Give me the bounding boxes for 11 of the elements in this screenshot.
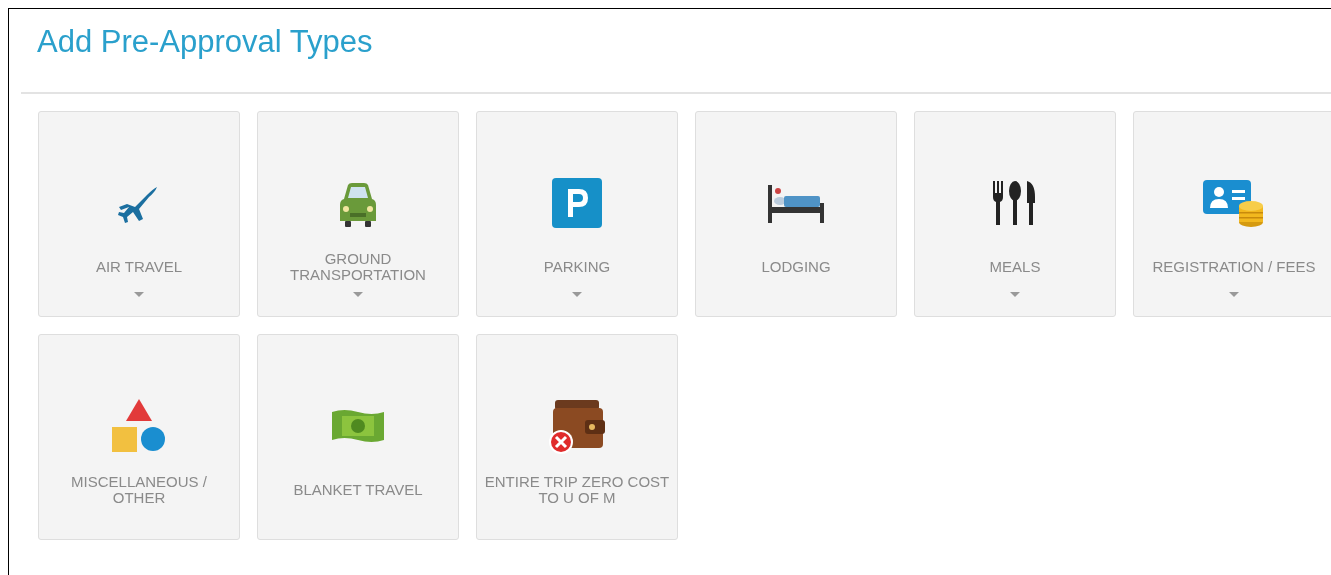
pre-approval-type-tile[interactable]: LODGING [695,110,897,317]
pre-approval-type-tile[interactable]: PARKING [476,110,678,317]
parking-sign-icon [551,176,603,229]
pre-approval-type-tile[interactable]: MISCELLANEOUS / OTHER [38,333,240,540]
pre-approval-type-tile[interactable]: GROUND TRANSPORTATION [257,110,459,317]
pre-approval-type-tile[interactable]: BLANKET TRAVEL [257,333,459,540]
pre-approval-type-tile[interactable]: REGISTRATION / FEES [1133,110,1331,317]
page-title: Add Pre-Approval Types [37,23,374,61]
pre-approval-type-tile[interactable]: AIR TRAVEL [38,110,240,317]
pre-approval-type-tile[interactable]: MEALS [914,110,1116,317]
pre-approval-type-tile[interactable]: ENTIRE TRIP ZERO COST TO U OF M [476,333,678,540]
